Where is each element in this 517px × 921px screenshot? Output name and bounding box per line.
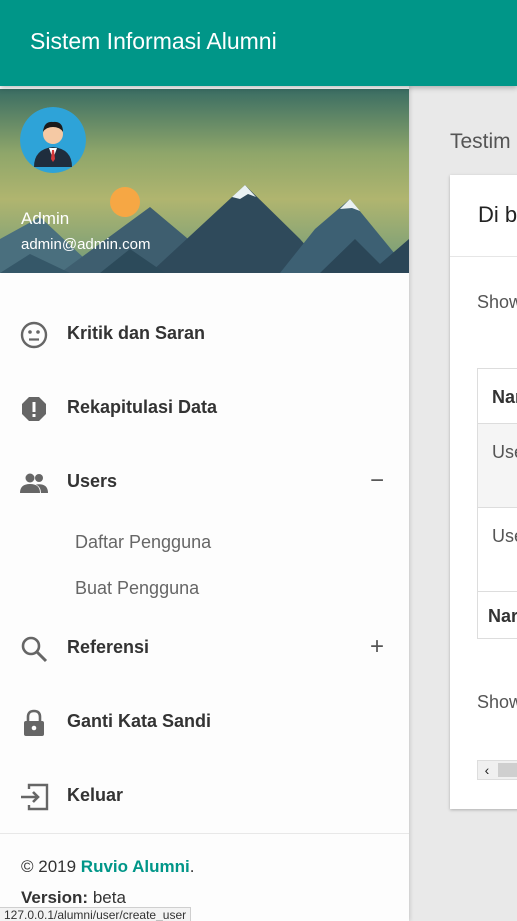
- menu-item-label: Kritik dan Saran: [67, 323, 206, 343]
- logout-icon: [21, 783, 49, 811]
- card-divider: [450, 256, 517, 257]
- submenu-item-buat-pengguna[interactable]: Buat Pengguna: [75, 578, 199, 599]
- sidebar: Admin admin@admin.com Kritik dan Saran R…: [0, 86, 409, 921]
- table-header-cell[interactable]: Nar: [478, 369, 517, 424]
- showing-entries-info: Show: [477, 692, 517, 712]
- card-title: Di b: [478, 202, 517, 227]
- top-app-bar: Sistem Informasi Alumni: [0, 0, 517, 86]
- scroll-left-arrow-icon[interactable]: ‹: [478, 761, 496, 779]
- expand-plus-icon[interactable]: +: [365, 633, 389, 661]
- menu-item-kritik-dan-saran[interactable]: Kritik dan Saran: [0, 308, 409, 360]
- version-text: Version: beta: [21, 888, 126, 908]
- version-value: beta: [88, 888, 126, 907]
- menu-item-keluar[interactable]: Keluar: [0, 770, 409, 822]
- search-icon: [21, 636, 48, 663]
- user-info-panel: Admin admin@admin.com: [0, 89, 409, 273]
- copyright-text: © 2019 Ruvio Alumni.: [21, 857, 194, 877]
- copyright-prefix: © 2019: [21, 857, 81, 876]
- version-label: Version:: [21, 888, 89, 907]
- scrollbar-thumb[interactable]: [498, 763, 517, 777]
- menu-item-ganti-kata-sandi[interactable]: Ganti Kata Sandi: [0, 696, 409, 748]
- main-content: Testim Di b Show Nar Use Use Nar Show ‹: [409, 86, 517, 921]
- menu-item-label: Referensi: [67, 637, 150, 657]
- menu-item-users[interactable]: Users −: [0, 456, 409, 508]
- menu-item-label: Ganti Kata Sandi: [67, 711, 212, 731]
- data-table: Nar Use Use Nar: [477, 368, 517, 639]
- menu-item-label: Users: [67, 471, 118, 491]
- show-entries-label: Show: [477, 292, 517, 312]
- smiley-face-icon: [20, 321, 48, 349]
- content-card: Di b Show Nar Use Use Nar Show ‹: [450, 175, 517, 809]
- horizontal-scrollbar[interactable]: ‹: [477, 760, 517, 780]
- user-email: admin@admin.com: [21, 236, 151, 253]
- avatar[interactable]: [20, 107, 86, 173]
- collapse-minus-icon[interactable]: −: [365, 467, 389, 495]
- user-avatar-icon: [20, 107, 86, 173]
- browser-status-url: 127.0.0.1/alumni/user/create_user: [0, 907, 192, 921]
- menu-item-referensi[interactable]: Referensi +: [0, 622, 409, 674]
- block-header: Testim: [450, 130, 511, 153]
- menu-item-label: Rekapitulasi Data: [67, 397, 218, 417]
- table-row: Use: [478, 424, 517, 508]
- menu-item-label: Keluar: [67, 785, 124, 805]
- brand-link[interactable]: Ruvio Alumni: [81, 857, 190, 876]
- app-title[interactable]: Sistem Informasi Alumni: [30, 28, 277, 55]
- table-footer-cell: Nar: [488, 606, 517, 626]
- user-name: Admin: [21, 209, 70, 228]
- alert-octagon-icon: [22, 397, 46, 421]
- copyright-period: .: [189, 857, 195, 876]
- people-icon: [20, 473, 48, 493]
- table-row: Use: [478, 508, 517, 592]
- menu-item-rekapitulasi-data[interactable]: Rekapitulasi Data: [0, 382, 409, 434]
- lock-icon: [24, 709, 44, 736]
- submenu-item-daftar-pengguna[interactable]: Daftar Pengguna: [75, 532, 211, 553]
